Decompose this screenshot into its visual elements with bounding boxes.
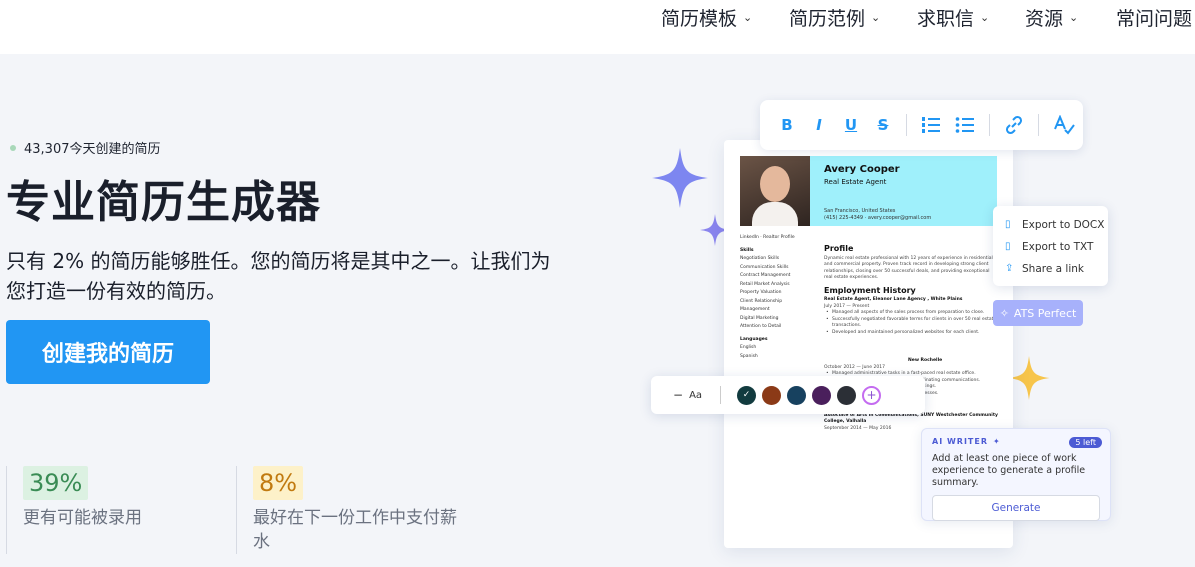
- share-link-item[interactable]: ⇪ Share a link: [1005, 258, 1108, 280]
- stat-salary: 8% 最好在下一份工作中支付薪水: [236, 466, 466, 554]
- share-icon: ⇪: [1005, 263, 1014, 274]
- resume-sidebar: LinkedIn · Realtor Profile Skills Negoti…: [740, 235, 795, 359]
- bullet-list-icon[interactable]: [955, 116, 975, 134]
- format-toolbar: B I U S: [760, 100, 1083, 150]
- sparkle-icon: ✦: [993, 437, 1001, 446]
- hero-subtitle: 只有 2% 的简历能够胜任。您的简历将是其中之一。让我们为您打造一份有效的简历。: [6, 249, 551, 303]
- decrease-font-button[interactable]: −: [673, 388, 683, 402]
- stat-value: 8%: [253, 466, 304, 500]
- color-swatch[interactable]: [837, 385, 857, 405]
- stat-value: 39%: [23, 466, 89, 500]
- credits-badge: 5 left: [1069, 437, 1102, 448]
- chevron-down-icon: ⌄: [743, 11, 753, 24]
- resumes-created-badge: 43,307今天创建的简历: [10, 138, 161, 157]
- hero-section: 43,307今天创建的简历 专业简历生成器 只有 2% 的简历能够胜任。您的简历…: [0, 54, 1195, 567]
- sparkle-icon: [652, 148, 708, 208]
- document-icon: ▯: [1005, 219, 1011, 230]
- nav-item-resources[interactable]: 资源 ⌄: [1025, 4, 1078, 31]
- font-size-label[interactable]: Aa: [689, 390, 702, 401]
- underline-button[interactable]: U: [842, 116, 860, 134]
- color-swatch[interactable]: [812, 385, 832, 405]
- color-swatch[interactable]: [787, 385, 807, 405]
- ats-perfect-badge: ✧ ATS Perfect: [993, 300, 1083, 326]
- italic-button[interactable]: I: [810, 116, 828, 134]
- chevron-down-icon: ⌄: [1069, 11, 1079, 24]
- spellcheck-icon[interactable]: [1053, 115, 1075, 135]
- check-icon: ✓: [742, 390, 751, 400]
- ai-writer-hint: Add at least one piece of work experienc…: [932, 453, 1086, 488]
- nav-item-faq[interactable]: 常问问题: [1116, 4, 1192, 31]
- stat-label: 更有可能被录用: [23, 508, 142, 528]
- chevron-down-icon: ⌄: [871, 11, 881, 24]
- status-dot-icon: [10, 144, 16, 151]
- bold-button[interactable]: B: [778, 116, 796, 134]
- strikethrough-button[interactable]: S: [874, 116, 892, 134]
- link-icon[interactable]: [1004, 115, 1024, 135]
- export-txt-item[interactable]: ▯ Export to TXT: [1005, 236, 1108, 258]
- design-toolbar: − Aa ✓ +: [651, 376, 925, 414]
- generate-button[interactable]: Generate: [932, 495, 1100, 521]
- nav-item-cover-letter[interactable]: 求职信 ⌄: [917, 4, 989, 31]
- add-color-icon[interactable]: +: [862, 385, 882, 405]
- wand-icon: ✧: [999, 306, 1009, 320]
- ai-writer-panel: AI WRITER ✦ 5 left Add at least one piece…: [921, 428, 1111, 521]
- resume-header: Avery Cooper Real Estate Agent San Franc…: [810, 156, 997, 226]
- resume-photo: [740, 156, 810, 226]
- toolbar-divider: [1038, 114, 1039, 136]
- export-menu: ▯ Export to DOCX ▯ Export to TXT ⇪ Share a …: [993, 206, 1108, 286]
- top-nav: 简历模板 ⌄ 简历范例 ⌄ 求职信 ⌄ 资源 ⌄ 常问问题: [0, 0, 1195, 54]
- nav-item-examples[interactable]: 简历范例 ⌄: [789, 4, 880, 31]
- toolbar-divider: [989, 114, 990, 136]
- nav-item-templates[interactable]: 简历模板 ⌄: [661, 4, 752, 31]
- toolbar-divider: [906, 114, 907, 136]
- page-title: 专业简历生成器: [6, 177, 321, 228]
- color-swatch[interactable]: [762, 385, 782, 405]
- stat-hired: 39% 更有可能被录用: [6, 466, 206, 554]
- color-swatch-selected[interactable]: ✓: [737, 385, 757, 405]
- sparkle-gold-icon: [1008, 356, 1050, 400]
- chevron-down-icon: ⌄: [980, 11, 990, 24]
- toolbar-divider: [720, 386, 722, 404]
- export-docx-item[interactable]: ▯ Export to DOCX: [1005, 214, 1108, 236]
- document-icon: ▯: [1005, 241, 1011, 252]
- numbered-list-icon[interactable]: [921, 116, 941, 134]
- create-resume-button[interactable]: 创建我的简历: [6, 320, 210, 384]
- stat-label: 最好在下一份工作中支付薪水: [253, 508, 457, 552]
